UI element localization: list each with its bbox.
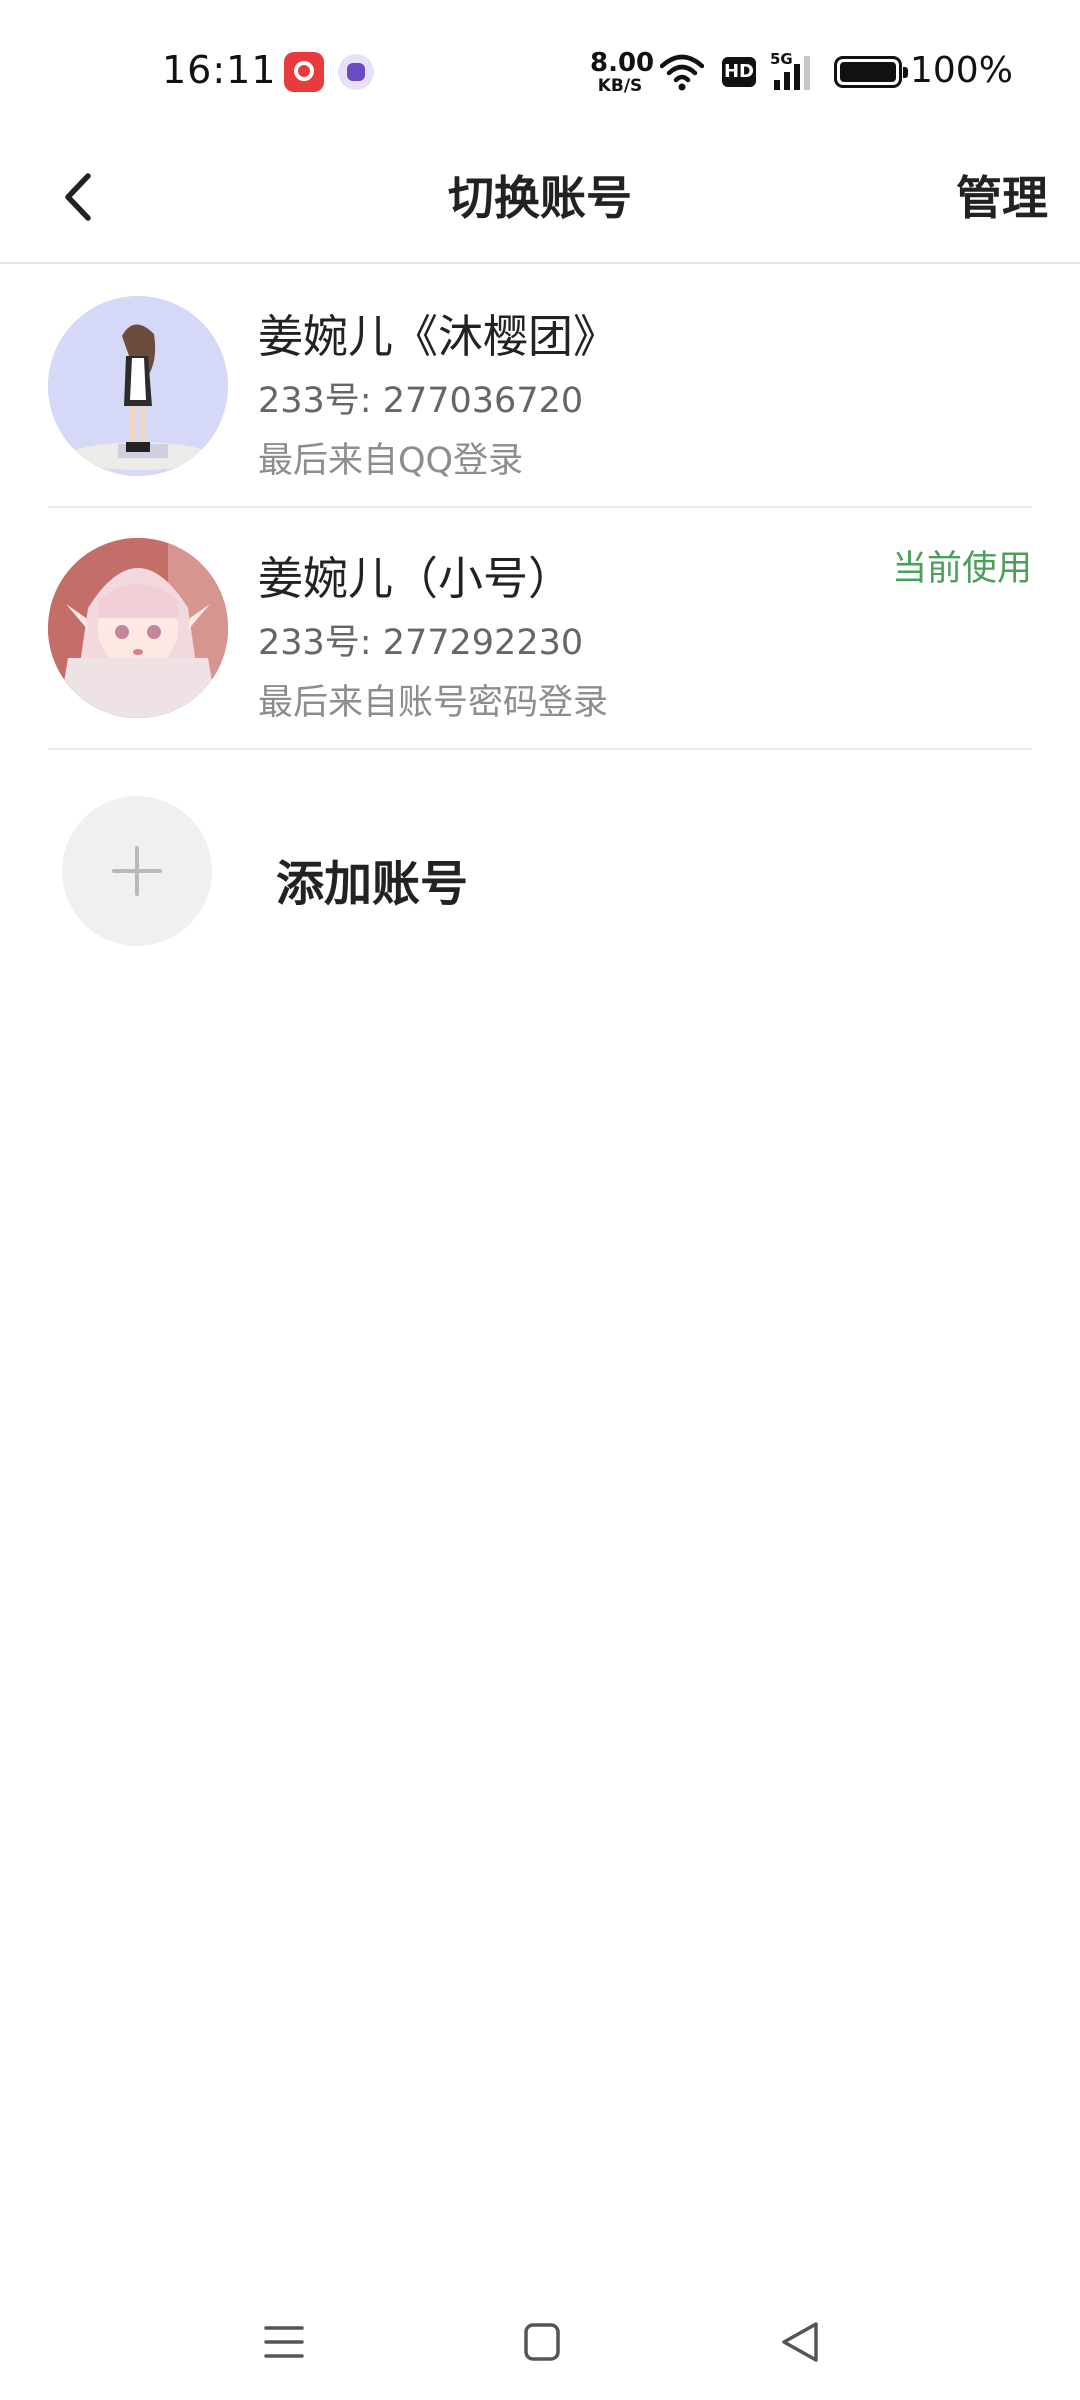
account-item-current[interactable]: 姜婉儿（小号） 233号: 277292230 最后来自账号密码登录 当前使用 (48, 508, 1032, 750)
plus-icon (112, 846, 162, 896)
notification-app-icon (284, 52, 324, 92)
notification-app-icon-2 (338, 54, 374, 90)
triangle-back-icon[interactable] (780, 2320, 820, 2364)
network-speed-value: 8.00 (590, 48, 655, 78)
page-title: 切换账号 (448, 171, 632, 225)
hd-icon: HD (722, 57, 756, 87)
account-name: 姜婉儿《沐樱团》 (258, 310, 619, 363)
add-account-circle[interactable] (62, 796, 212, 946)
manage-button[interactable]: 管理 (956, 162, 1048, 228)
battery-icon (834, 56, 908, 88)
account-name: 姜婉儿（小号） (258, 552, 574, 605)
network-speed-unit: KB/S (597, 76, 643, 96)
battery-percent: 100% (910, 50, 1013, 91)
menu-icon[interactable] (264, 2322, 304, 2362)
account-login-source: 最后来自账号密码登录 (258, 683, 609, 723)
system-nav-bar (0, 2300, 1080, 2400)
wifi-icon (660, 54, 704, 91)
account-login-source: 最后来自QQ登录 (258, 441, 524, 481)
avatar-illustration (48, 296, 228, 476)
avatar (48, 538, 228, 718)
avatar-illustration (48, 538, 228, 718)
network-type-label: 5G (770, 50, 793, 68)
network-speed: 8.00 KB/S (590, 48, 655, 96)
app-header: 切换账号 管理 (0, 132, 1080, 264)
add-account-label: 添加账号 (276, 856, 469, 912)
account-item[interactable]: 姜婉儿《沐樱团》 233号: 277036720 最后来自QQ登录 (48, 266, 1032, 508)
status-bar: 16:11 8.00 KB/S HD 5G 100% (0, 0, 1080, 132)
signal-icon: 5G (770, 50, 810, 90)
add-account-button[interactable]: 添加账号 (48, 790, 1032, 960)
status-time: 16:11 (162, 48, 277, 92)
home-square-icon[interactable] (524, 2322, 560, 2362)
account-id: 233号: 277036720 (258, 381, 584, 421)
switch-account-screen: 16:11 8.00 KB/S HD 5G 100% 切换账号 管理 姜婉儿《沐… (0, 0, 1080, 2400)
avatar (48, 296, 228, 476)
account-id: 233号: 277292230 (258, 623, 584, 663)
current-account-badge: 当前使用 (891, 549, 1032, 589)
